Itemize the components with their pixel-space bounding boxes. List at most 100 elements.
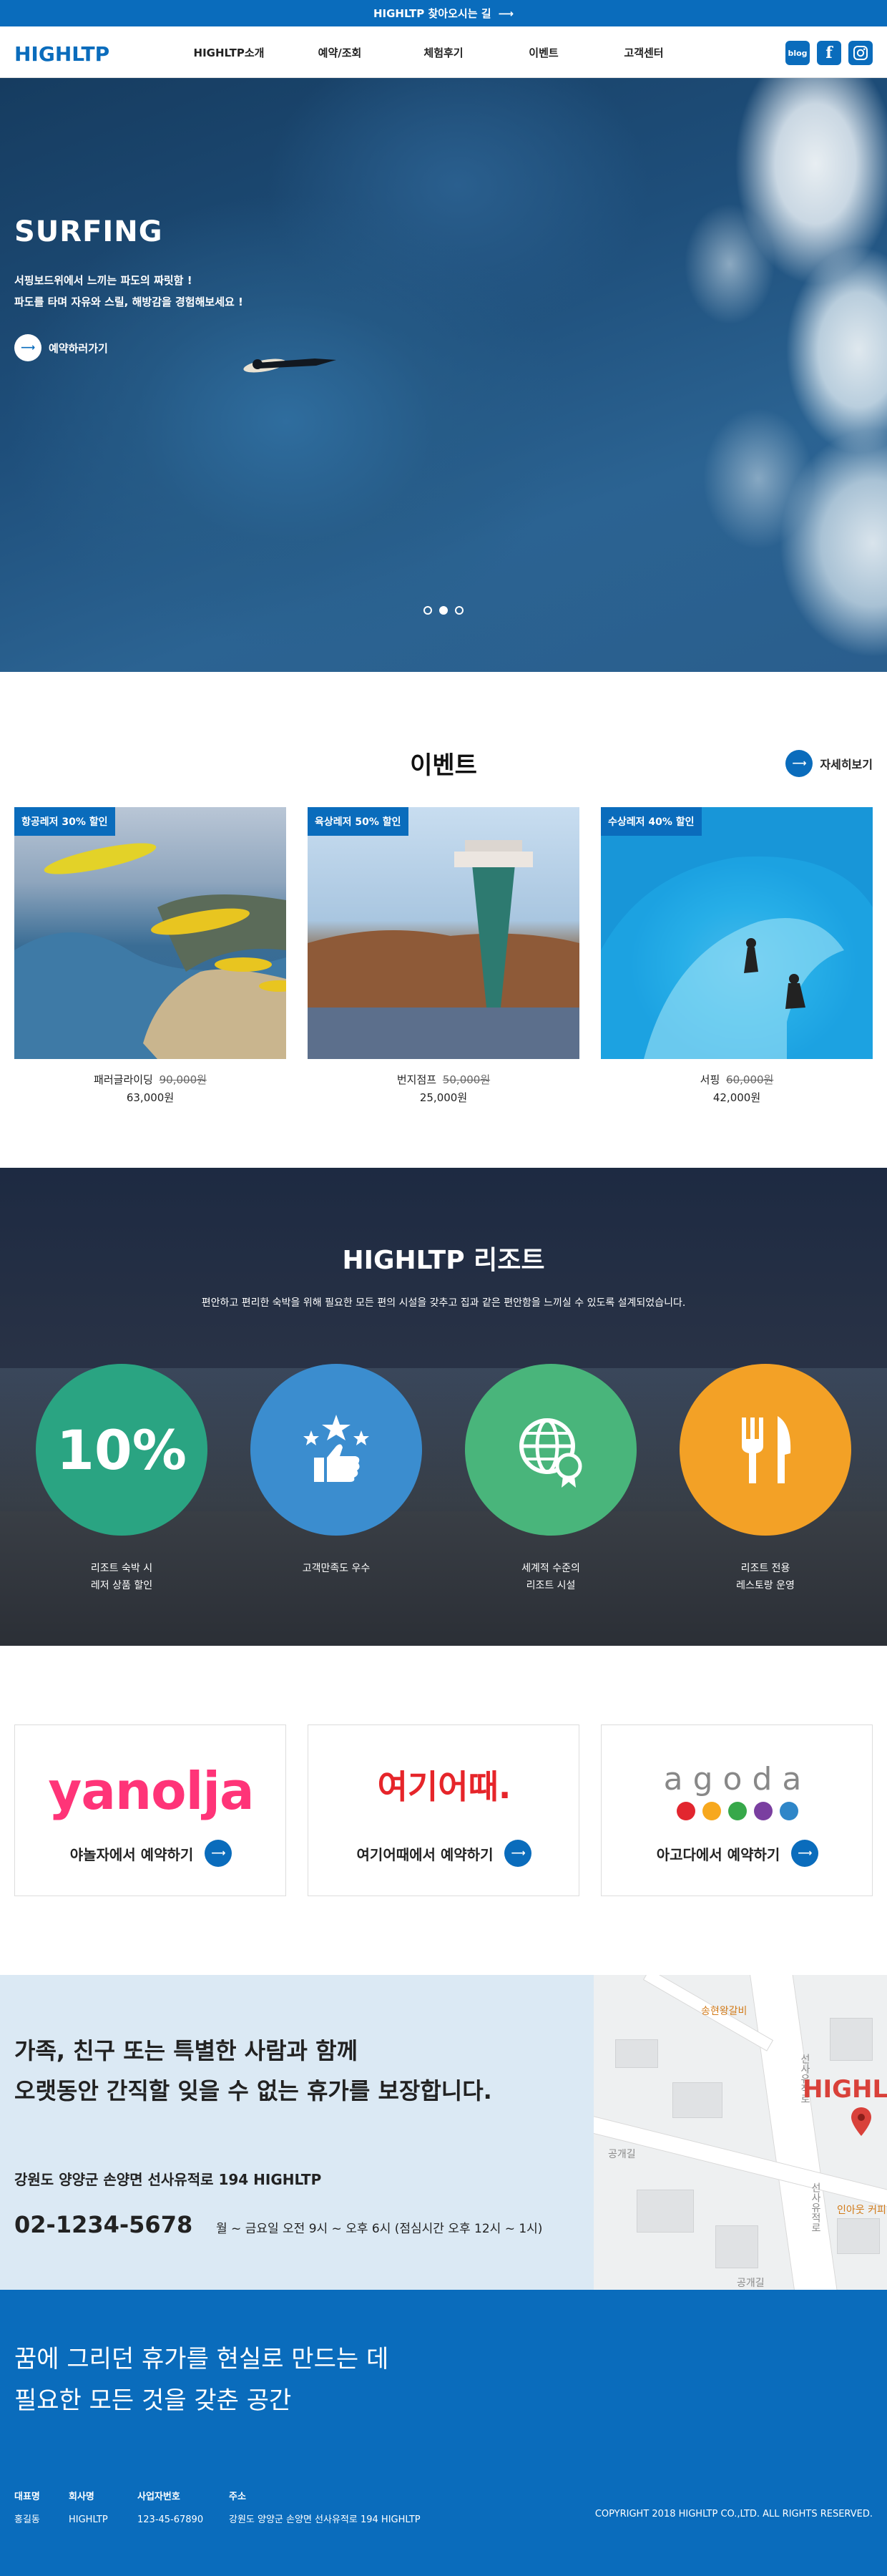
hero-subtitle-line: 파도를 타며 자유와 스릴, 해방감을 경험해보세요 !: [14, 296, 243, 308]
instagram-icon[interactable]: [848, 41, 873, 65]
event-name-text: 서핑: [700, 1073, 720, 1086]
footer-ceo: 대표명 홍길동: [14, 2486, 40, 2532]
hero-wave-foam: [515, 78, 887, 672]
map-pin-icon[interactable]: [851, 2107, 871, 2136]
footer-value: 123-45-67890: [137, 2514, 204, 2525]
arrow-right-icon: ⟶: [791, 1840, 819, 1867]
main-nav: HIGHLTP소개 예약/조회 체험후기 이벤트 고객센터: [172, 26, 694, 78]
map-road-label: 선사유적로: [810, 2182, 821, 2233]
site-footer: 꿈에 그리던 휴가를 현실로 만드는 데 필요한 모든 것을 갖춘 공간 대표명…: [0, 2290, 887, 2576]
feature-big-text: 10%: [57, 1418, 187, 1482]
event-old-price: 90,000원: [159, 1073, 207, 1086]
info-tagline: 가족, 친구 또는 특별한 사람과 함께 오랫동안 간직할 잊을 수 없는 휴가…: [14, 2037, 492, 2104]
hero-subtitle: 서핑보드위에서 느끼는 파도의 짜릿함 ! 파도를 타며 자유와 스릴, 해방감…: [14, 270, 243, 313]
footer-slogan: 꿈에 그리던 휴가를 현실로 만드는 데 필요한 모든 것을 갖춘 공간: [14, 2345, 389, 2415]
footer-label: 회사명: [69, 2492, 94, 2502]
thumbs-up-stars-icon: [250, 1364, 422, 1536]
agoda-dots: [602, 1802, 873, 1820]
map-road-label: 공개길: [737, 2278, 765, 2289]
event-discount-tag: 육상레저 50% 할인: [308, 807, 408, 836]
event-name: 서핑 60,000원: [601, 1072, 873, 1087]
footer-label: 사업자번호: [137, 2492, 180, 2502]
slider-dot[interactable]: [455, 606, 464, 615]
map-poi-label: 송현왕갈비: [701, 2006, 748, 2017]
footer-address: 주소 강원도 양양군 손양면 선사유적로 194 HIGHLTP: [229, 2486, 421, 2532]
resort-feature-satisfaction: 고객만족도 우수: [250, 1364, 422, 1577]
location-map[interactable]: 송현왕갈비 선사유적로 선사유적로 인아웃 커피 공개길 공개길 HIGHL: [594, 1975, 887, 2290]
arrow-right-icon: ⟶: [498, 6, 514, 20]
partner-book-button[interactable]: 아고다에서 예약하기 ⟶: [602, 1840, 873, 1867]
facebook-icon[interactable]: f: [817, 41, 841, 65]
partner-brand-text: yanolja: [48, 1761, 254, 1821]
resort-description: 편안하고 편리한 숙박을 위해 필요한 모든 편의 시설을 갖추고 집과 같은 …: [201, 1297, 686, 1309]
slider-dot-active[interactable]: [439, 606, 448, 615]
event-old-price: 60,000원: [726, 1073, 774, 1086]
agoda-logo: agoda: [602, 1761, 873, 1820]
resort-feature-facility: 세계적 수준의 리조트 시설: [465, 1364, 637, 1594]
arrow-right-icon: ⟶: [504, 1840, 532, 1867]
footer-business-number: 사업자번호 123-45-67890: [137, 2486, 203, 2532]
yeogi-logo: 여기어때.: [308, 1761, 580, 1813]
events-title: 이벤트: [410, 751, 477, 780]
nav-item-about[interactable]: HIGHLTP소개: [172, 45, 286, 60]
partner-book-label: 여기어때에서 예약하기: [356, 1845, 494, 1863]
partner-book-button[interactable]: 여기어때에서 예약하기 ⟶: [308, 1840, 580, 1867]
partner-book-label: 아고다에서 예약하기: [656, 1845, 780, 1863]
event-card-bungee[interactable]: 육상레저 50% 할인 번지점프 50,000원 25,000원: [308, 807, 579, 1105]
nav-item-events[interactable]: 이벤트: [494, 45, 594, 60]
partner-book-label: 야놀자에서 예약하기: [69, 1845, 194, 1863]
partner-brand-text: 여기어때.: [377, 1767, 511, 1806]
location-info: 가족, 친구 또는 특별한 사람과 함께 오랫동안 간직할 잊을 수 없는 휴가…: [0, 1975, 594, 2290]
top-location-bar[interactable]: HIGHLTP 찾아오시는 길 ⟶: [0, 0, 887, 26]
logo[interactable]: HIGHLTP: [14, 42, 109, 66]
hero-reserve-button[interactable]: ⟶ 예약하러가기: [14, 334, 108, 361]
map-building: [715, 2225, 758, 2268]
footer-value: HIGHLTP: [69, 2514, 108, 2525]
events-more-label: 자세히보기: [820, 758, 873, 771]
event-old-price: 50,000원: [442, 1073, 491, 1086]
event-card-paragliding[interactable]: 항공레저 30% 할인 패러글라이딩 90,000원 63,000원: [14, 807, 286, 1105]
map-building: [637, 2190, 694, 2233]
arrow-right-icon: ⟶: [14, 334, 41, 361]
map-poi-label: 인아웃 커피: [837, 2205, 886, 2216]
feature-label: 리조트 전용 레스토랑 운영: [736, 1563, 795, 1591]
partner-book-button[interactable]: 야놀자에서 예약하기 ⟶: [15, 1840, 287, 1867]
nav-item-reviews[interactable]: 체험후기: [393, 45, 494, 60]
partner-brand-text: agoda: [663, 1761, 812, 1797]
percent-badge-icon: 10%: [36, 1364, 207, 1536]
event-name: 번지점프 50,000원: [308, 1072, 579, 1087]
map-road: [749, 1975, 839, 2290]
arrow-right-icon: ⟶: [785, 750, 813, 777]
info-phone[interactable]: 02-1234-5678: [14, 2211, 192, 2238]
feature-label: 고객만족도 우수: [302, 1563, 371, 1574]
resort-feature-discount: 10% 리조트 숙박 시 레저 상품 할인: [36, 1364, 207, 1594]
nav-item-support[interactable]: 고객센터: [594, 45, 694, 60]
event-image-paragliding: 항공레저 30% 할인: [14, 807, 286, 1059]
resort-section: HIGHLTP 리조트 편안하고 편리한 숙박을 위해 필요한 모든 편의 시설…: [0, 1168, 887, 1646]
partner-card-agoda[interactable]: agoda 아고다에서 예약하기 ⟶: [601, 1724, 873, 1896]
event-card-surfing[interactable]: 수상레저 40% 할인 서핑 60,000원 42,000원: [601, 807, 873, 1105]
event-name-text: 패러글라이딩: [94, 1073, 153, 1086]
event-name: 패러글라이딩 90,000원: [14, 1072, 286, 1087]
event-price: 42,000원: [712, 1091, 761, 1104]
slider-dot[interactable]: [423, 606, 432, 615]
map-road-label: 공개길: [608, 2149, 636, 2160]
blog-icon[interactable]: blog: [785, 41, 810, 65]
partner-card-yeogi[interactable]: 여기어때. 여기어때에서 예약하기 ⟶: [308, 1724, 579, 1896]
info-address: 강원도 양양군 손양면 선사유적로 194 HIGHLTP: [14, 2171, 322, 2188]
partner-card-yanolja[interactable]: yanolja 야놀자에서 예약하기 ⟶: [14, 1724, 286, 1896]
map-building: [837, 2218, 880, 2254]
map-place-label: HIGHL: [803, 2075, 887, 2104]
footer-copyright: COPYRIGHT 2018 HIGHLTP CO.,LTD. ALL RIGH…: [594, 2509, 873, 2519]
nav-item-reservation[interactable]: 예약/조회: [286, 45, 393, 60]
event-image-surfing: 수상레저 40% 할인: [601, 807, 873, 1059]
events-more-button[interactable]: ⟶ 자세히보기: [785, 750, 873, 777]
site-header: HIGHLTP HIGHLTP소개 예약/조회 체험후기 이벤트 고객센터 bl…: [0, 26, 887, 78]
footer-value: 강원도 양양군 손양면 선사유적로 194 HIGHLTP: [229, 2514, 421, 2525]
hero-subtitle-line: 서핑보드위에서 느끼는 파도의 짜릿함 !: [14, 274, 192, 287]
map-building: [615, 2039, 658, 2068]
footer-label: 주소: [229, 2492, 246, 2502]
hero-banner: SURFING 서핑보드위에서 느끼는 파도의 짜릿함 ! 파도를 타며 자유와…: [0, 78, 887, 672]
resort-feature-restaurant: 리조트 전용 레스토랑 운영: [680, 1364, 851, 1594]
event-image-bungee: 육상레저 50% 할인: [308, 807, 579, 1059]
